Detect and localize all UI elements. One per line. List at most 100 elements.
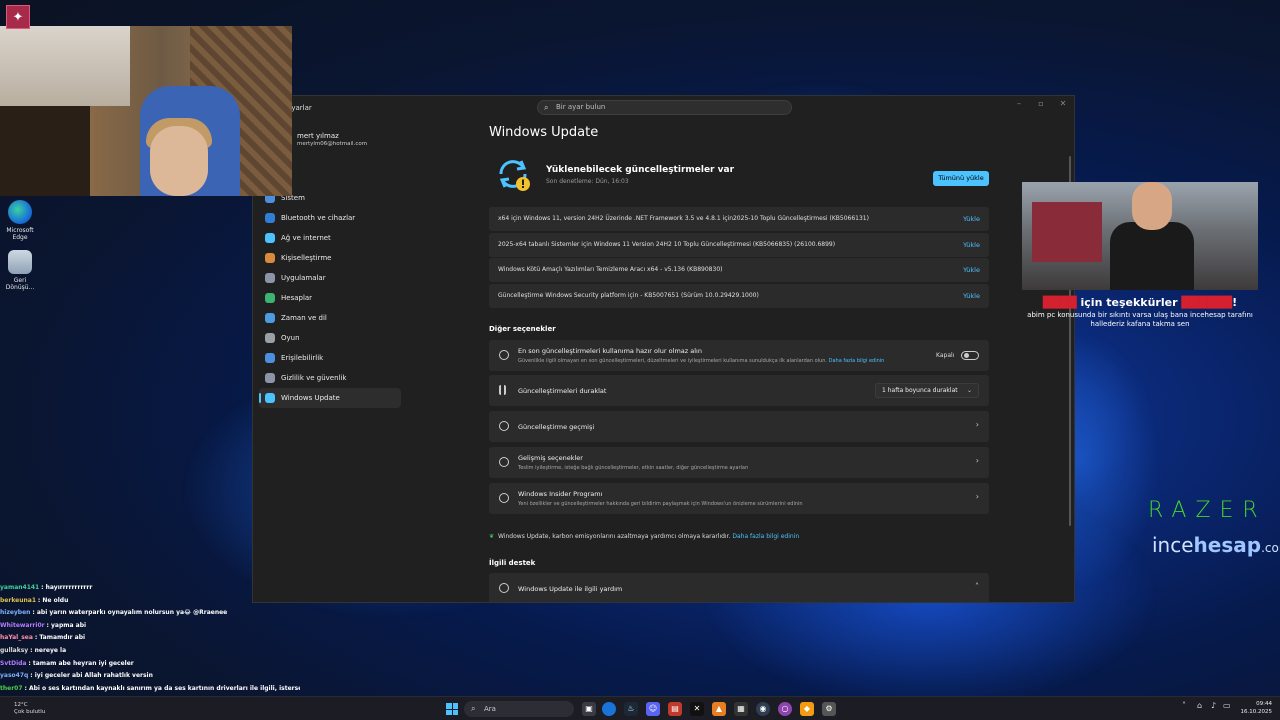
- history-icon: [499, 421, 509, 431]
- taskbar-search[interactable]: ⌕ Ara: [464, 701, 574, 717]
- start-button[interactable]: [446, 703, 458, 715]
- sidebar-item[interactable]: Zaman ve dil: [259, 308, 401, 328]
- update-status-title: Yüklenebilecek güncelleştirmeler var: [546, 165, 735, 175]
- pause-duration-value: 1 hafta boyunca duraklat: [882, 387, 958, 394]
- discord-icon[interactable]: ☺: [646, 702, 660, 716]
- taskview-icon[interactable]: ▣: [582, 702, 596, 716]
- sidebar-item[interactable]: Windows Update: [259, 388, 401, 408]
- carbon-note: ❦ Windows Update, karbon emisyonlarını az…: [489, 533, 799, 540]
- globe-icon: [499, 583, 509, 593]
- install-update-link[interactable]: Yükle: [963, 284, 980, 308]
- pause-icon: [499, 385, 506, 395]
- steam-icon[interactable]: ♨: [624, 702, 638, 716]
- profile-name: mert yılmaz: [297, 132, 339, 140]
- chat-username: haYal_sea: [0, 634, 33, 642]
- razer-logo: RAZER: [1148, 498, 1267, 523]
- update-row: x64 için Windows 11, version 24H2 Üzerin…: [489, 207, 989, 231]
- clock[interactable]: 09:44 16.10.2025: [1232, 700, 1273, 716]
- webcam-face: [150, 126, 208, 196]
- chat-text: : Abi o ses kartından kaynaklı sanırım y…: [24, 684, 300, 692]
- sidebar-item[interactable]: Uygulamalar: [259, 268, 401, 288]
- chat-text: : abi yarın waterparkı oynayalım nolursu…: [32, 609, 228, 617]
- chat-username: ther07: [0, 684, 23, 692]
- chat-username: yaso47q: [0, 672, 29, 680]
- sidebar-item[interactable]: Hesaplar: [259, 288, 401, 308]
- app-icon[interactable]: ◉: [756, 702, 770, 716]
- desktop-icon-edge[interactable]: Microsoft Edge: [0, 200, 40, 241]
- insider-icon: [499, 493, 509, 503]
- chat-message: Whitewarri0r : yapma abi: [0, 620, 300, 633]
- sidebar-item[interactable]: Ağ ve internet: [259, 228, 401, 248]
- latest-updates-toggle[interactable]: [961, 351, 979, 360]
- battery-icon[interactable]: ▭: [1223, 701, 1231, 710]
- option-insider[interactable]: Windows Insider Programı Yeni özellikler…: [489, 483, 989, 514]
- install-update-link[interactable]: Yükle: [963, 233, 980, 257]
- donation-thanks: ████ için teşekkürler ██████!: [1020, 296, 1260, 309]
- chat-message: hizeyben : abi yarın waterparkı oynayalı…: [0, 607, 300, 620]
- sidebar-item[interactable]: Bluetooth ve cihazlar: [259, 208, 401, 228]
- profile-email: mertylm06@hotmail.com: [297, 141, 368, 147]
- edge-icon[interactable]: [602, 702, 616, 716]
- sidebar-item[interactable]: Gizlilik ve güvenlik: [259, 368, 401, 388]
- other-options-heading: Diğer seçenekler: [489, 325, 556, 333]
- network-icon[interactable]: ⌂: [1197, 701, 1202, 710]
- pause-duration-select[interactable]: 1 hafta boyunca duraklat ⌄: [875, 383, 979, 398]
- app-icon[interactable]: ◆: [800, 702, 814, 716]
- weather-widget[interactable]: 12°C Çok bulutlu: [14, 702, 45, 716]
- app-icon[interactable]: ▲: [712, 702, 726, 716]
- sidebar-item-label: Kişiselleştirme: [281, 254, 332, 262]
- sidebar-item[interactable]: Erişilebilirlik: [259, 348, 401, 368]
- option-desc: Yeni özellikler ve güncelleştirmeler hak…: [518, 501, 803, 507]
- chat-message: gullaksy : nereye la: [0, 645, 300, 658]
- option-advanced[interactable]: Gelişmiş seçenekler Teslim iyileştirme, …: [489, 447, 989, 478]
- donation-thanks-text: için teşekkürler: [1080, 296, 1178, 309]
- shield-icon: [265, 373, 275, 383]
- chat-text: : yapma abi: [46, 621, 87, 629]
- app-icon[interactable]: ○: [778, 702, 792, 716]
- carbon-learn-more-link[interactable]: Daha fazla bilgi edinin: [732, 533, 799, 540]
- install-update-link[interactable]: Yükle: [963, 258, 980, 282]
- webcam-person-head: [1132, 182, 1172, 230]
- learn-more-link[interactable]: Daha fazla bilgi edinin: [829, 358, 885, 364]
- chat-message: SvtDida : tamam abe heyran iyi geceler: [0, 658, 300, 671]
- sidebar-item-label: Zaman ve dil: [281, 314, 327, 322]
- app-icon[interactable]: ▦: [734, 702, 748, 716]
- app-icon[interactable]: ▤: [668, 702, 682, 716]
- close-button[interactable]: ✕: [1053, 99, 1073, 108]
- app-icon[interactable]: ✕: [690, 702, 704, 716]
- sidebar-item-label: Hesaplar: [281, 294, 313, 302]
- sidebar-item[interactable]: Kişiselleştirme: [259, 248, 401, 268]
- megaphone-icon: [499, 350, 509, 360]
- webcam-left: [0, 26, 292, 196]
- related-support-heading: İlgili destek: [489, 559, 536, 567]
- clock-time: 09:44: [1256, 701, 1272, 707]
- option-title: Güncelleştirme geçmişi: [518, 423, 595, 431]
- install-all-button[interactable]: Tümünü yükle: [933, 171, 989, 186]
- update-last-checked: Son denetleme: Dün, 16:03: [546, 178, 629, 185]
- volume-icon[interactable]: ♪: [1211, 701, 1216, 710]
- bluetooth-icon: [265, 213, 275, 223]
- install-update-link[interactable]: Yükle: [963, 207, 980, 231]
- webcam-person-body: [1110, 222, 1194, 290]
- donation-message-line: hallederiz kafana takma sen: [1090, 320, 1190, 328]
- toggle-state-label: Kapalı: [936, 352, 955, 359]
- chat-username: hizeyben: [0, 609, 31, 617]
- chat-text: : Tamamdır abi: [34, 634, 86, 642]
- chat-text: : hayırrrrrrrrrrr: [41, 584, 93, 591]
- sponsor-part: hesap: [1193, 533, 1262, 557]
- page-title: Windows Update: [489, 125, 599, 140]
- clock-date: 16.10.2025: [1240, 709, 1273, 715]
- support-windows-update-help[interactable]: Windows Update ile ilgili yardım ˄: [489, 573, 989, 602]
- chat-message: yaman4141 : hayırrrrrrrrrrr: [0, 582, 300, 595]
- desktop-icon-recycle-bin[interactable]: Geri Dönüşü...: [0, 250, 40, 291]
- chat-message: yaso47q : iyi geceler abi Allah rahatlık…: [0, 670, 300, 683]
- tray-chevron-icon[interactable]: ˄: [1182, 701, 1186, 710]
- settings-gear-icon[interactable]: ⚙: [822, 702, 836, 716]
- chat-text: : tamam abe heyran iyi geceler: [28, 659, 134, 667]
- chat-text: : Ne oldu: [37, 596, 69, 604]
- update-sync-icon: [499, 160, 530, 191]
- option-title: Gelişmiş seçenekler: [518, 454, 583, 462]
- sidebar-item[interactable]: Oyun: [259, 328, 401, 348]
- option-title: Güncelleştirmeleri duraklat: [518, 387, 607, 395]
- option-update-history[interactable]: Güncelleştirme geçmişi ›: [489, 411, 989, 442]
